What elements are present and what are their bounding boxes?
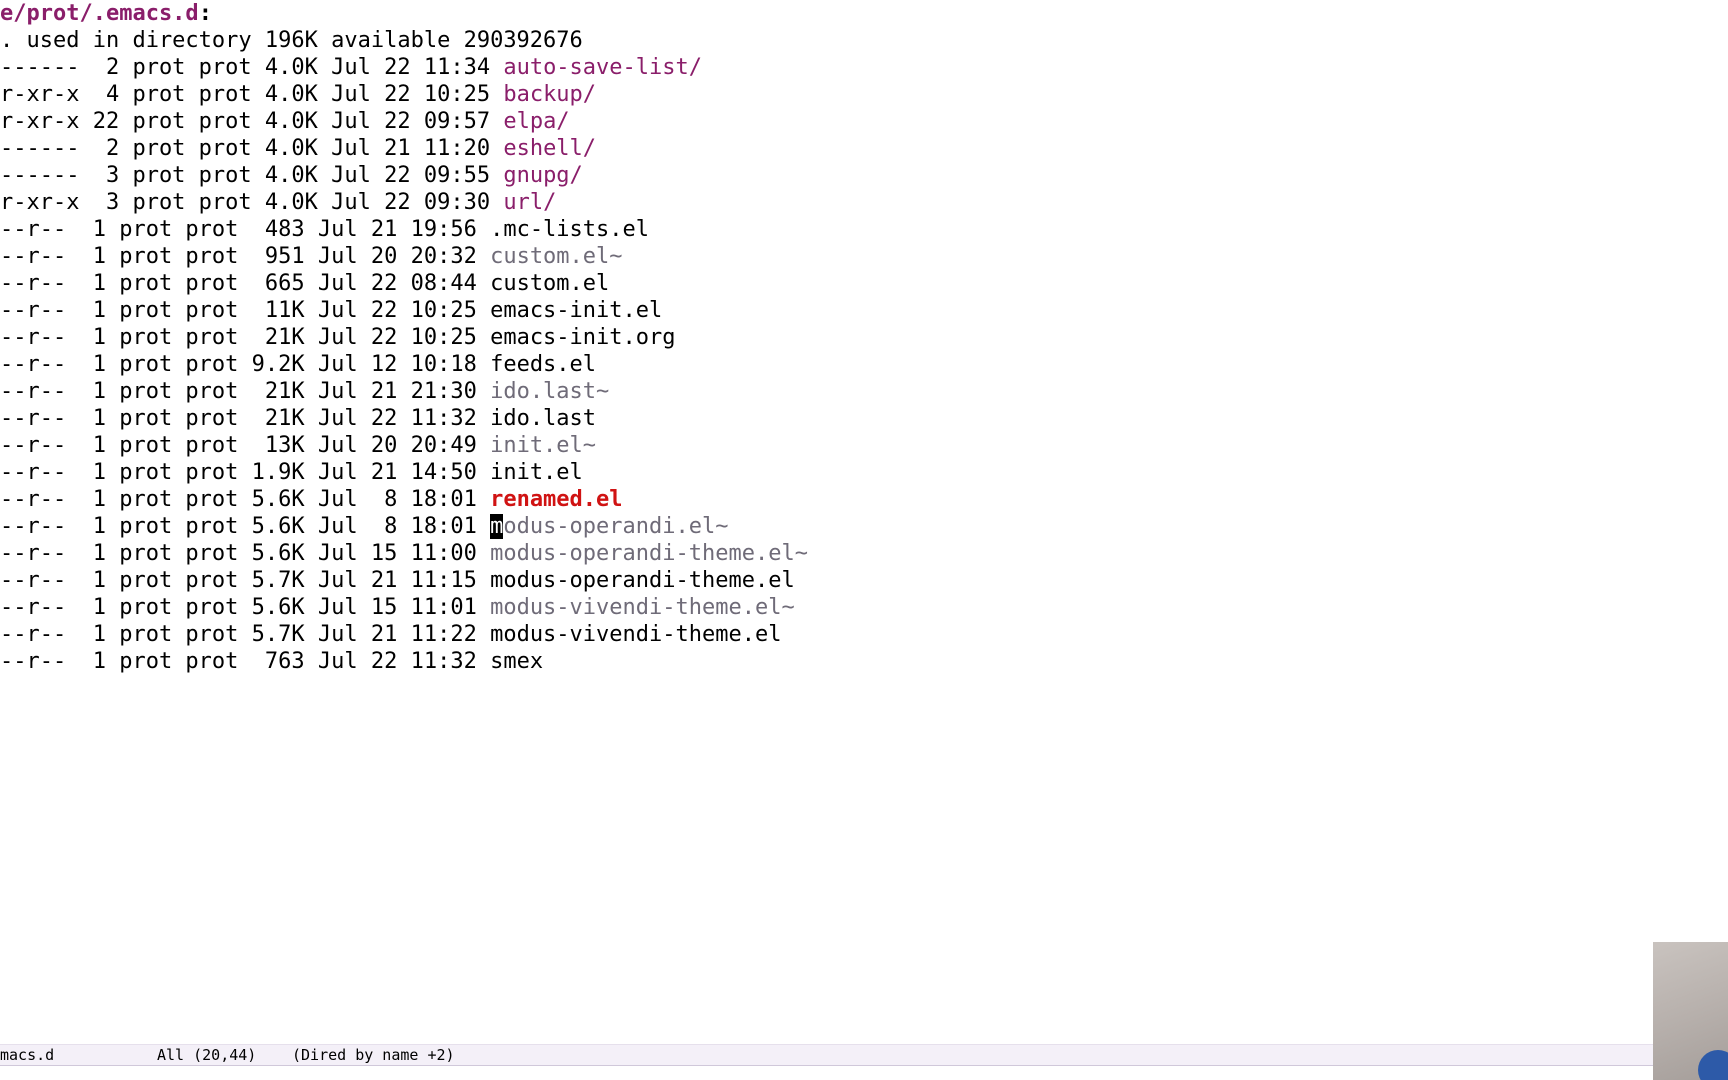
file-entry[interactable]: --r-- 1 prot prot 13K Jul 20 20:49 init.… bbox=[0, 432, 596, 459]
file-entry[interactable]: --r-- 1 prot prot 21K Jul 21 21:30 ido.l… bbox=[0, 378, 609, 405]
directory-header-colon: : bbox=[198, 1, 212, 26]
file-entry[interactable]: --r-- 1 prot prot 5.7K Jul 21 11:15 modu… bbox=[0, 567, 795, 594]
file-metadata: --r-- 1 prot prot 951 Jul 20 20:32 bbox=[0, 244, 491, 269]
mode-line: macs.d All (20,44) (Dired by name +2) bbox=[0, 1044, 1728, 1066]
file-name[interactable]: gnupg/ bbox=[503, 163, 582, 188]
file-entry[interactable]: ------ 2 prot prot 4.0K Jul 22 11:34 aut… bbox=[0, 54, 702, 81]
file-name[interactable]: modus-vivendi-theme.el bbox=[490, 622, 781, 647]
file-name[interactable]: renamed.el bbox=[490, 487, 622, 512]
file-metadata: --r-- 1 prot prot 21K Jul 21 21:30 bbox=[0, 379, 491, 404]
file-name[interactable]: ido.last bbox=[490, 406, 596, 431]
file-name[interactable]: emacs-init.el bbox=[490, 298, 662, 323]
file-metadata: r-xr-x 4 prot prot 4.0K Jul 22 10:25 bbox=[0, 82, 504, 107]
file-entry[interactable]: --r-- 1 prot prot 5.6K Jul 8 18:01 renam… bbox=[0, 486, 623, 513]
file-entry[interactable]: --r-- 1 prot prot 21K Jul 22 10:25 emacs… bbox=[0, 324, 676, 351]
file-metadata: ------ 2 prot prot 4.0K Jul 21 11:20 bbox=[0, 136, 504, 161]
file-entry[interactable]: --r-- 1 prot prot 11K Jul 22 10:25 emacs… bbox=[0, 297, 662, 324]
modeline-buffer-name: macs.d bbox=[0, 1046, 55, 1064]
file-name[interactable]: eshell/ bbox=[503, 136, 596, 161]
file-metadata: --r-- 1 prot prot 5.6K Jul 15 11:00 bbox=[0, 541, 491, 566]
file-metadata: ------ 3 prot prot 4.0K Jul 22 09:55 bbox=[0, 163, 504, 188]
file-name[interactable]: backup/ bbox=[503, 82, 596, 107]
file-name[interactable]: odus-operandi.el~ bbox=[503, 514, 728, 539]
file-name[interactable]: auto-save-list/ bbox=[503, 55, 702, 80]
file-entry[interactable]: --r-- 1 prot prot 1.9K Jul 21 14:50 init… bbox=[0, 459, 583, 486]
file-metadata: --r-- 1 prot prot 763 Jul 22 11:32 bbox=[0, 649, 491, 674]
file-entry[interactable]: --r-- 1 prot prot 483 Jul 21 19:56 .mc-l… bbox=[0, 216, 649, 243]
modeline-mode: (Dired by name +2) bbox=[292, 1046, 455, 1064]
directory-summary: . used in directory 196K available 29039… bbox=[0, 28, 583, 53]
file-entry[interactable]: --r-- 1 prot prot 5.6K Jul 15 11:01 modu… bbox=[0, 594, 795, 621]
file-metadata: --r-- 1 prot prot 5.6K Jul 8 18:01 bbox=[0, 514, 491, 539]
webcam-shoulder bbox=[1698, 1050, 1728, 1080]
file-metadata: --r-- 1 prot prot 5.7K Jul 21 11:15 bbox=[0, 568, 491, 593]
file-metadata: r-xr-x 3 prot prot 4.0K Jul 22 09:30 bbox=[0, 190, 504, 215]
file-name[interactable]: url/ bbox=[503, 190, 556, 215]
text-cursor: m bbox=[490, 514, 504, 539]
file-name[interactable]: modus-vivendi-theme.el~ bbox=[490, 595, 795, 620]
file-entry[interactable]: --r-- 1 prot prot 763 Jul 22 11:32 smex bbox=[0, 648, 543, 675]
file-metadata: --r-- 1 prot prot 21K Jul 22 11:32 bbox=[0, 406, 491, 431]
file-name[interactable]: .mc-lists.el bbox=[490, 217, 649, 242]
file-entry[interactable]: --r-- 1 prot prot 665 Jul 22 08:44 custo… bbox=[0, 270, 609, 297]
file-name[interactable]: modus-operandi-theme.el bbox=[490, 568, 795, 593]
file-entry[interactable]: --r-- 1 prot prot 5.6K Jul 8 18:01 modus… bbox=[0, 513, 729, 540]
file-metadata: r-xr-x 22 prot prot 4.0K Jul 22 09:57 bbox=[0, 109, 504, 134]
file-metadata: --r-- 1 prot prot 5.6K Jul 8 18:01 bbox=[0, 487, 491, 512]
file-name[interactable]: ido.last~ bbox=[490, 379, 609, 404]
directory-path: e/prot/.emacs.d bbox=[0, 1, 199, 26]
file-entry[interactable]: --r-- 1 prot prot 9.2K Jul 12 10:18 feed… bbox=[0, 351, 596, 378]
file-entry[interactable]: --r-- 1 prot prot 5.6K Jul 15 11:00 modu… bbox=[0, 540, 808, 567]
file-metadata: --r-- 1 prot prot 11K Jul 22 10:25 bbox=[0, 298, 491, 323]
file-name[interactable]: custom.el bbox=[490, 271, 609, 296]
file-metadata: --r-- 1 prot prot 5.6K Jul 15 11:01 bbox=[0, 595, 491, 620]
file-name[interactable]: init.el~ bbox=[490, 433, 596, 458]
dired-buffer[interactable]: e/prot/.emacs.d: . used in directory 196… bbox=[0, 0, 1728, 1044]
file-name[interactable]: feeds.el bbox=[490, 352, 596, 377]
file-metadata: --r-- 1 prot prot 9.2K Jul 12 10:18 bbox=[0, 352, 491, 377]
file-entry[interactable]: ------ 2 prot prot 4.0K Jul 21 11:20 esh… bbox=[0, 135, 596, 162]
webcam-overlay bbox=[1653, 942, 1728, 1080]
file-metadata: --r-- 1 prot prot 13K Jul 20 20:49 bbox=[0, 433, 491, 458]
file-name[interactable]: smex bbox=[490, 649, 543, 674]
file-name[interactable]: elpa/ bbox=[503, 109, 569, 134]
file-entry[interactable]: r-xr-x 4 prot prot 4.0K Jul 22 10:25 bac… bbox=[0, 81, 596, 108]
file-entry[interactable]: --r-- 1 prot prot 5.7K Jul 21 11:22 modu… bbox=[0, 621, 781, 648]
file-entry[interactable]: ------ 3 prot prot 4.0K Jul 22 09:55 gnu… bbox=[0, 162, 583, 189]
file-entry[interactable]: r-xr-x 22 prot prot 4.0K Jul 22 09:57 el… bbox=[0, 108, 570, 135]
file-name[interactable]: custom.el~ bbox=[490, 244, 622, 269]
file-name[interactable]: init.el bbox=[490, 460, 583, 485]
file-metadata: --r-- 1 prot prot 665 Jul 22 08:44 bbox=[0, 271, 491, 296]
directory-header[interactable]: e/prot/.emacs.d: bbox=[0, 0, 212, 27]
file-metadata: --r-- 1 prot prot 483 Jul 21 19:56 bbox=[0, 217, 491, 242]
file-metadata: --r-- 1 prot prot 21K Jul 22 10:25 bbox=[0, 325, 491, 350]
file-name[interactable]: modus-operandi-theme.el~ bbox=[490, 541, 808, 566]
file-entry[interactable]: --r-- 1 prot prot 951 Jul 20 20:32 custo… bbox=[0, 243, 623, 270]
file-metadata: --r-- 1 prot prot 1.9K Jul 21 14:50 bbox=[0, 460, 491, 485]
file-metadata: --r-- 1 prot prot 5.7K Jul 21 11:22 bbox=[0, 622, 491, 647]
file-name[interactable]: emacs-init.org bbox=[490, 325, 675, 350]
file-metadata: ------ 2 prot prot 4.0K Jul 22 11:34 bbox=[0, 55, 504, 80]
modeline-position: All (20,44) bbox=[157, 1046, 257, 1064]
file-entry[interactable]: r-xr-x 3 prot prot 4.0K Jul 22 09:30 url… bbox=[0, 189, 556, 216]
file-entry[interactable]: --r-- 1 prot prot 21K Jul 22 11:32 ido.l… bbox=[0, 405, 596, 432]
